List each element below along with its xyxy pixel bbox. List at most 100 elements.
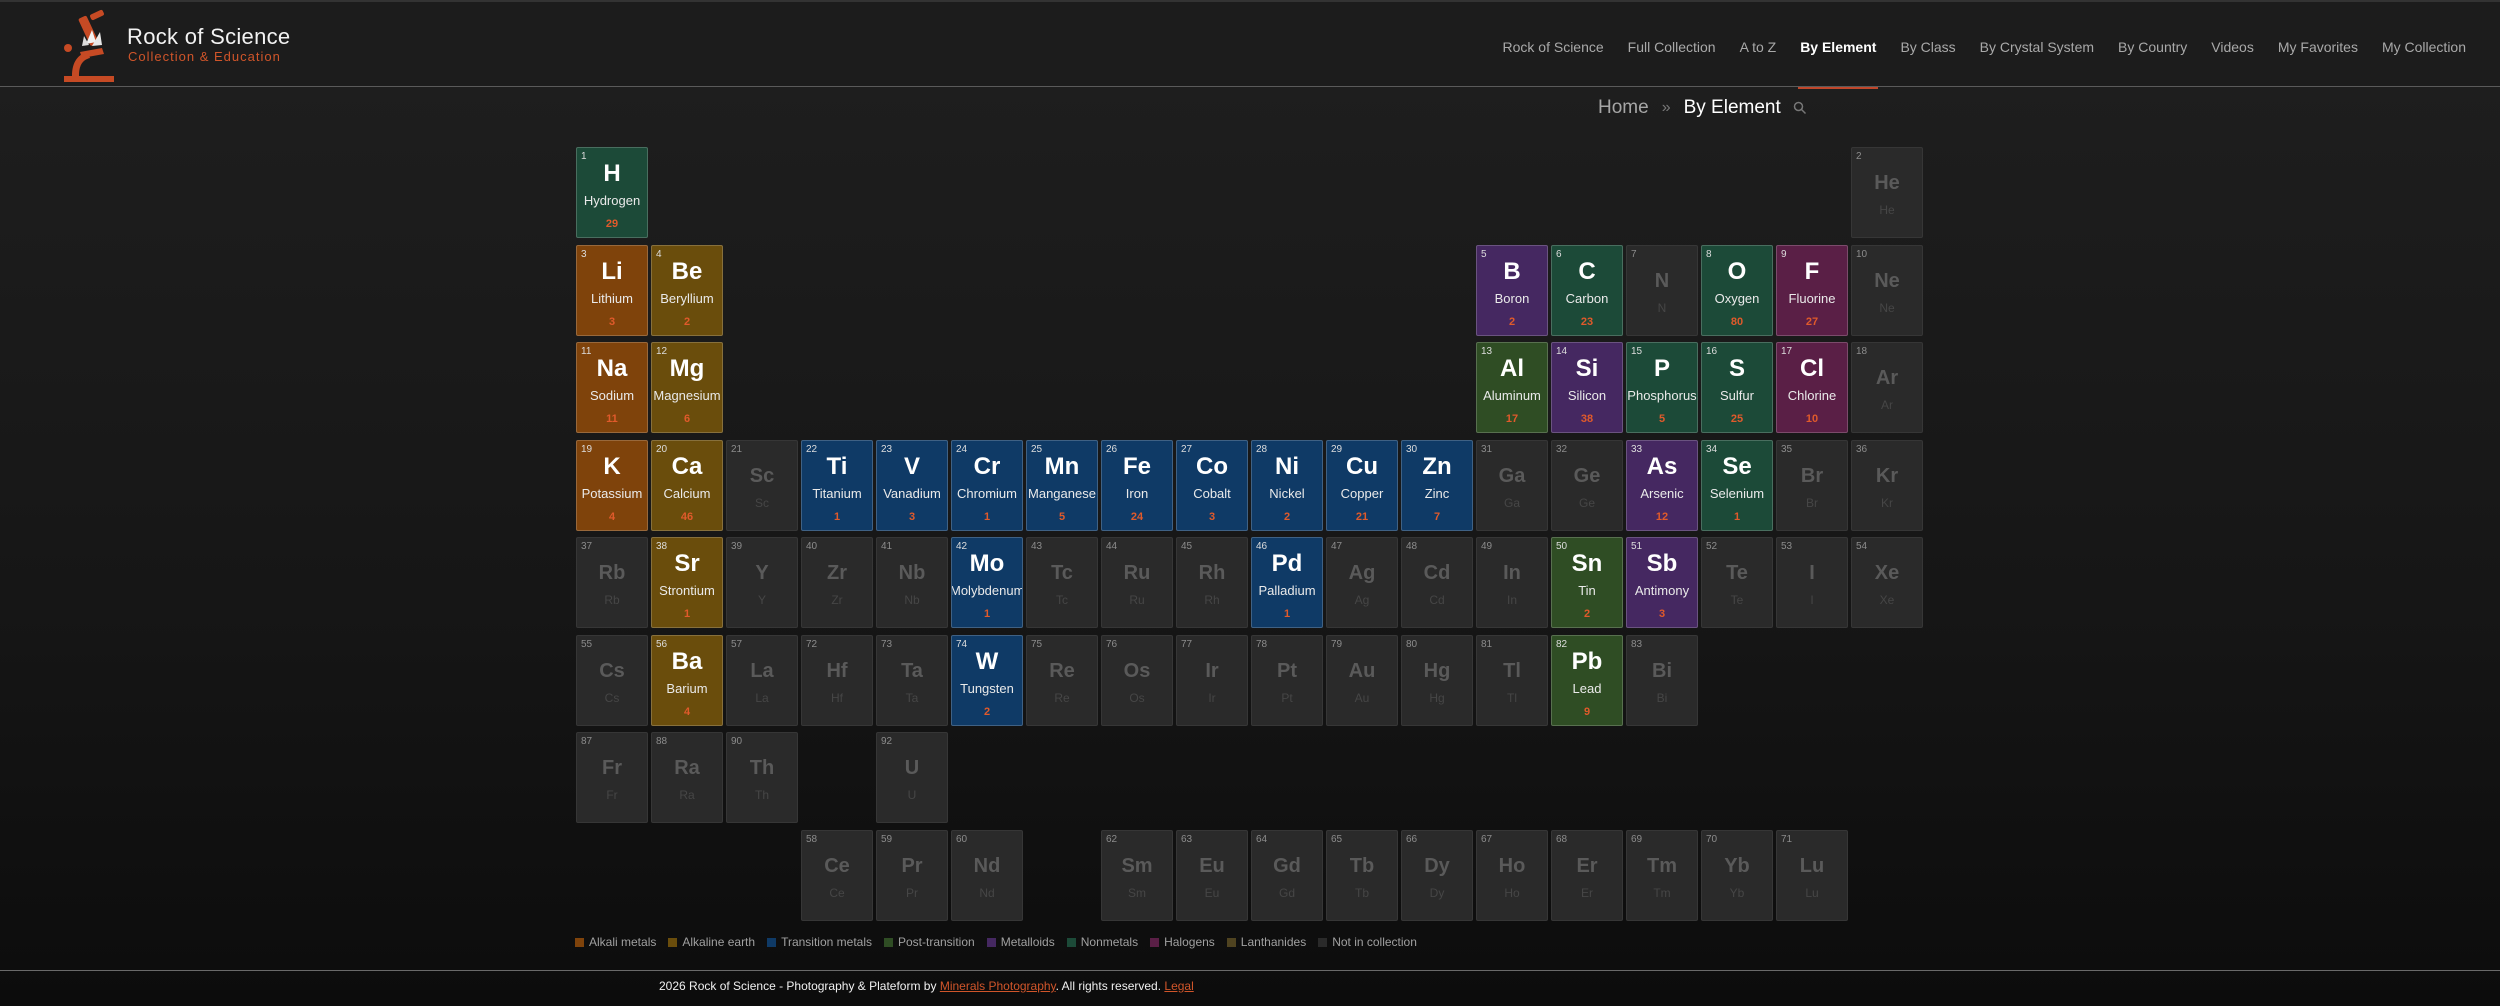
element-tile-p[interactable]: 15 P Phosphorus 5 (1626, 342, 1698, 433)
element-symbol: Bi (1652, 660, 1672, 682)
legend-swatch (986, 937, 996, 947)
element-number: 7 (1631, 249, 1637, 260)
element-tile-sr[interactable]: 38 Sr Strontium 1 (651, 537, 723, 628)
element-symbol: Ta (901, 660, 923, 682)
element-symbol: Ag (1348, 562, 1376, 584)
element-symbol: Au (1348, 660, 1376, 682)
legend-swatch (767, 937, 777, 947)
element-tile-zn[interactable]: 30 Zn Zinc 7 (1401, 440, 1473, 531)
element-tile-ti[interactable]: 22 Ti Titanium 1 (801, 440, 873, 531)
element-tile-cl[interactable]: 17 Cl Chlorine 10 (1776, 342, 1848, 433)
element-symbol: Zr (827, 562, 847, 584)
element-name: Sulfur (1720, 388, 1754, 403)
element-tile-pb[interactable]: 82 Pb Lead 9 (1551, 635, 1623, 726)
element-symbol: Cd (1423, 562, 1451, 584)
element-tile-w[interactable]: 74 W Tungsten 2 (951, 635, 1023, 726)
element-name: Beryllium (660, 291, 714, 306)
element-tile-ni[interactable]: 28 Ni Nickel 2 (1251, 440, 1323, 531)
element-tile-mn[interactable]: 25 Mn Manganese 5 (1026, 440, 1098, 531)
element-tile-ba[interactable]: 56 Ba Barium 4 (651, 635, 723, 726)
element-tile-fe[interactable]: 26 Fe Iron 24 (1101, 440, 1173, 531)
element-name: Y (757, 593, 766, 607)
element-tile-hg: 80 Hg Hg (1401, 635, 1473, 726)
legend-swatch (1318, 937, 1328, 947)
legend-item-transition: Transition metals (767, 935, 872, 949)
element-name: Sm (1128, 886, 1146, 900)
element-tile-h[interactable]: 1 H Hydrogen 29 (576, 147, 648, 238)
element-symbol: Mg (669, 355, 705, 382)
element-tile-mo[interactable]: 42 Mo Molybdenum 1 (951, 537, 1023, 628)
element-tile-v[interactable]: 23 V Vanadium 3 (876, 440, 948, 531)
element-tile-mg[interactable]: 12 Mg Magnesium 6 (651, 342, 723, 433)
footer-minerals-photography-link[interactable]: Minerals Photography (940, 979, 1056, 993)
element-tile-o[interactable]: 8 O Oxygen 80 (1701, 245, 1773, 336)
element-count: 3 (1658, 608, 1666, 620)
element-name: N (1657, 301, 1667, 315)
element-name: Ce (829, 886, 845, 900)
element-symbol: Cl (1800, 355, 1824, 382)
element-name: Chlorine (1787, 388, 1837, 403)
element-tile-ra: 88 Ra Ra (651, 732, 723, 823)
element-symbol: O (1727, 258, 1747, 285)
element-number: 55 (581, 639, 593, 650)
element-symbol: Nb (898, 562, 926, 584)
element-tile-li[interactable]: 3 Li Lithium 3 (576, 245, 648, 336)
element-name: Tm (1653, 886, 1671, 900)
element-tile-se[interactable]: 34 Se Selenium 1 (1701, 440, 1773, 531)
element-name: Barium (666, 681, 708, 696)
element-tile-cr[interactable]: 24 Cr Chromium 1 (951, 440, 1023, 531)
element-tile-b[interactable]: 5 B Boron 2 (1476, 245, 1548, 336)
footer-legal-link[interactable]: Legal (1164, 979, 1193, 993)
element-number: 35 (1781, 444, 1793, 455)
element-tile-sb[interactable]: 51 Sb Antimony 3 (1626, 537, 1698, 628)
element-count: 1 (833, 511, 841, 523)
element-tile-sn[interactable]: 50 Sn Tin 2 (1551, 537, 1623, 628)
element-symbol: Ru (1123, 562, 1151, 584)
element-name: Tin (1578, 583, 1596, 598)
element-symbol: Rh (1198, 562, 1226, 584)
element-name: Potassium (581, 486, 643, 501)
element-tile-cu[interactable]: 29 Cu Copper 21 (1326, 440, 1398, 531)
element-tile-tb: 65 Tb Tb (1326, 830, 1398, 921)
element-name: Cs (604, 691, 620, 705)
element-count: 38 (1580, 413, 1594, 425)
element-tile-tm: 69 Tm Tm (1626, 830, 1698, 921)
element-symbol: U (904, 757, 920, 779)
element-tile-nd: 60 Nd Nd (951, 830, 1023, 921)
element-name: Cd (1429, 593, 1445, 607)
element-tile-u: 92 U U (876, 732, 948, 823)
element-symbol: Br (1800, 465, 1824, 487)
element-tile-na[interactable]: 11 Na Sodium 11 (576, 342, 648, 433)
element-tile-s[interactable]: 16 S Sulfur 25 (1701, 342, 1773, 433)
element-symbol: Cr (973, 453, 1001, 480)
element-tile-f[interactable]: 9 F Fluorine 27 (1776, 245, 1848, 336)
element-number: 32 (1556, 444, 1568, 455)
element-tile-as[interactable]: 33 As Arsenic 12 (1626, 440, 1698, 531)
element-number: 57 (731, 639, 743, 650)
element-number: 81 (1481, 639, 1493, 650)
element-tile-pd[interactable]: 46 Pd Palladium 1 (1251, 537, 1323, 628)
element-symbol: K (603, 453, 621, 480)
element-tile-kr: 36 Kr Kr (1851, 440, 1923, 531)
element-tile-c[interactable]: 6 C Carbon 23 (1551, 245, 1623, 336)
element-number: 65 (1331, 834, 1343, 845)
element-name: Ga (1503, 496, 1520, 510)
element-tile-al[interactable]: 13 Al Aluminum 17 (1476, 342, 1548, 433)
element-number: 64 (1256, 834, 1268, 845)
element-symbol: Th (749, 757, 775, 779)
element-tile-cd: 48 Cd Cd (1401, 537, 1473, 628)
element-tile-i: 53 I I (1776, 537, 1848, 628)
element-symbol: Xe (1874, 562, 1900, 584)
element-count: 2 (1583, 608, 1591, 620)
element-name: Tb (1354, 886, 1369, 900)
element-count: 3 (908, 511, 916, 523)
element-tile-be[interactable]: 4 Be Beryllium 2 (651, 245, 723, 336)
element-tile-si[interactable]: 14 Si Silicon 38 (1551, 342, 1623, 433)
element-tile-co[interactable]: 27 Co Cobalt 3 (1176, 440, 1248, 531)
element-symbol: P (1653, 355, 1670, 382)
element-tile-ca[interactable]: 20 Ca Calcium 46 (651, 440, 723, 531)
element-tile-k[interactable]: 19 K Potassium 4 (576, 440, 648, 531)
element-symbol: Sb (1646, 550, 1678, 577)
element-symbol: Se (1722, 453, 1752, 480)
element-name: Au (1354, 691, 1370, 705)
